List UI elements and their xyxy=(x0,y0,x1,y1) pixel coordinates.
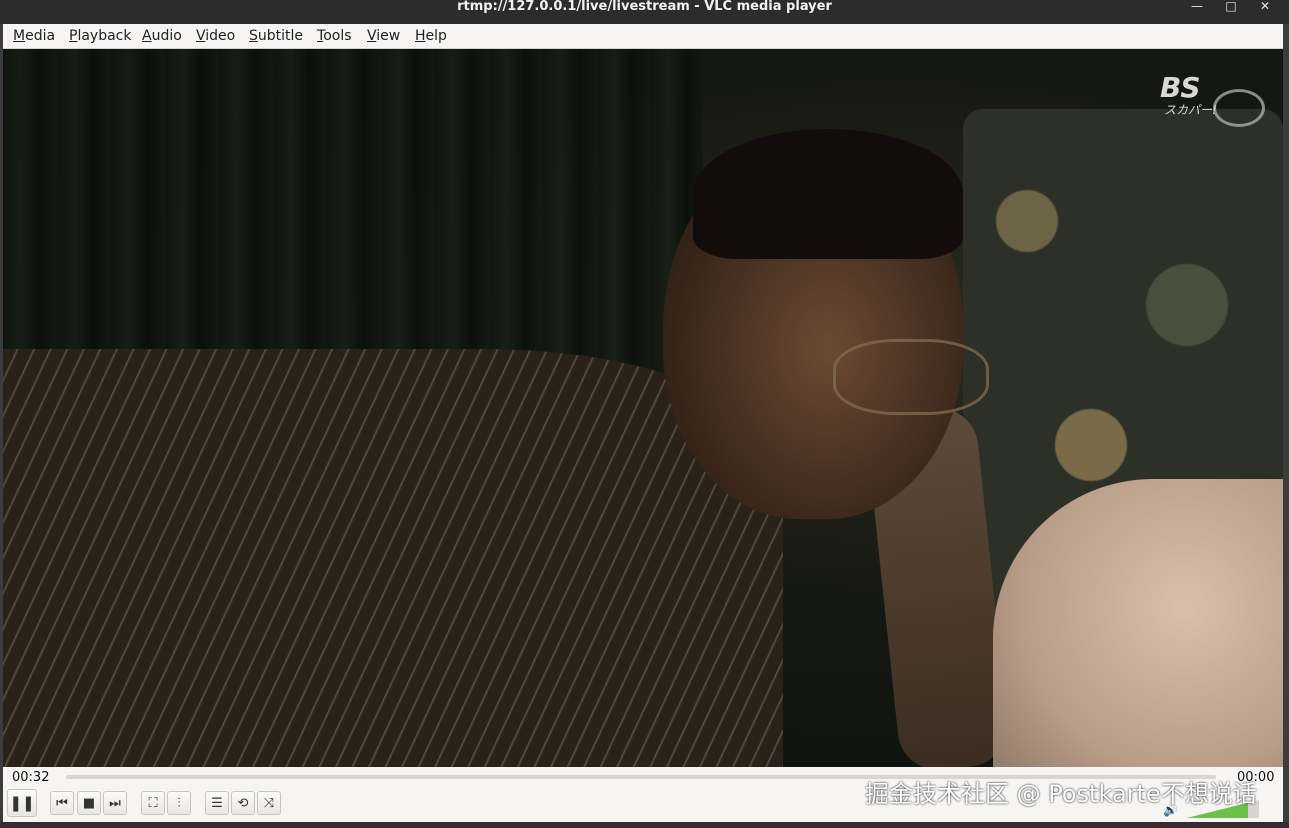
menu-audio-mnemonic: A xyxy=(142,28,152,44)
extended-settings-button[interactable]: ⫶ xyxy=(167,791,191,815)
playlist-icon: ☰ xyxy=(211,796,223,811)
window-title: rtmp://127.0.0.1/live/livestream - VLC m… xyxy=(457,0,832,14)
fullscreen-button[interactable]: ⛶ xyxy=(141,791,165,815)
next-icon: ⏭ xyxy=(109,796,121,811)
stop-icon: ■ xyxy=(82,796,96,811)
close-button[interactable]: ✕ xyxy=(1252,0,1278,18)
playlist-button[interactable]: ☰ xyxy=(205,791,229,815)
vlc-window: rtmp://127.0.0.1/live/livestream - VLC m… xyxy=(0,0,1289,828)
menu-media-mnemonic: M xyxy=(13,28,26,44)
menu-help-mnemonic: H xyxy=(415,28,426,44)
menu-playback[interactable]: Playback xyxy=(69,24,131,48)
channel-logo-text: BS xyxy=(1160,71,1201,104)
menu-video-mnemonic: V xyxy=(196,28,206,44)
menu-playback-rest: layback xyxy=(77,28,132,44)
menu-audio-rest: udio xyxy=(151,28,182,44)
next-button[interactable]: ⏭ xyxy=(103,791,127,815)
menu-audio[interactable]: Audio xyxy=(142,24,182,48)
menu-video-rest: ideo xyxy=(205,28,236,44)
video-hair xyxy=(693,129,963,259)
loop-icon: ⟲ xyxy=(237,796,249,811)
desktop-background-strip xyxy=(0,822,1289,828)
menu-media-rest: edia xyxy=(25,28,56,44)
maximize-button[interactable]: □ xyxy=(1218,0,1244,18)
channel-logo: BS スカパー! xyxy=(1160,71,1260,121)
pause-button[interactable]: ❚❚ xyxy=(7,789,37,817)
menu-help-rest: elp xyxy=(425,28,447,44)
menu-view[interactable]: View xyxy=(367,24,400,48)
menu-tools-rest: ools xyxy=(323,28,352,44)
menu-help[interactable]: Help xyxy=(415,24,447,48)
previous-button[interactable]: ⏮ xyxy=(50,791,74,815)
menu-tools[interactable]: Tools xyxy=(317,24,352,48)
menu-bar: Media Playback Audio Video Subtitle Tool… xyxy=(3,24,1283,49)
video-glasses xyxy=(833,339,989,415)
pause-icon: ❚❚ xyxy=(9,794,35,812)
menu-view-rest: iew xyxy=(376,28,401,44)
menu-subtitle[interactable]: Subtitle xyxy=(249,24,303,48)
channel-logo-subtext: スカパー! xyxy=(1164,103,1217,117)
stop-button[interactable]: ■ xyxy=(77,791,101,815)
loop-button[interactable]: ⟲ xyxy=(231,791,255,815)
menu-video[interactable]: Video xyxy=(196,24,235,48)
watermark-text: 掘金技术社区 @ Postkarte不想说话 xyxy=(865,780,1257,808)
menu-subtitle-rest: ubtitle xyxy=(257,28,304,44)
menu-view-mnemonic: V xyxy=(367,28,377,44)
menu-subtitle-mnemonic: S xyxy=(249,28,258,44)
video-surface[interactable]: BS スカパー! xyxy=(3,49,1283,767)
video-striped-jacket xyxy=(3,349,783,767)
menu-media[interactable]: Media xyxy=(13,24,55,48)
previous-icon: ⏮ xyxy=(56,796,68,811)
minimize-button[interactable]: — xyxy=(1184,0,1210,18)
fullscreen-icon: ⛶ xyxy=(148,796,158,811)
equalizer-icon: ⫶ xyxy=(177,796,181,811)
elapsed-time: 00:32 xyxy=(12,770,50,785)
title-bar[interactable]: rtmp://127.0.0.1/live/livestream - VLC m… xyxy=(0,0,1289,24)
random-button[interactable]: ⤨ xyxy=(257,791,281,815)
shuffle-icon: ⤨ xyxy=(263,796,275,811)
